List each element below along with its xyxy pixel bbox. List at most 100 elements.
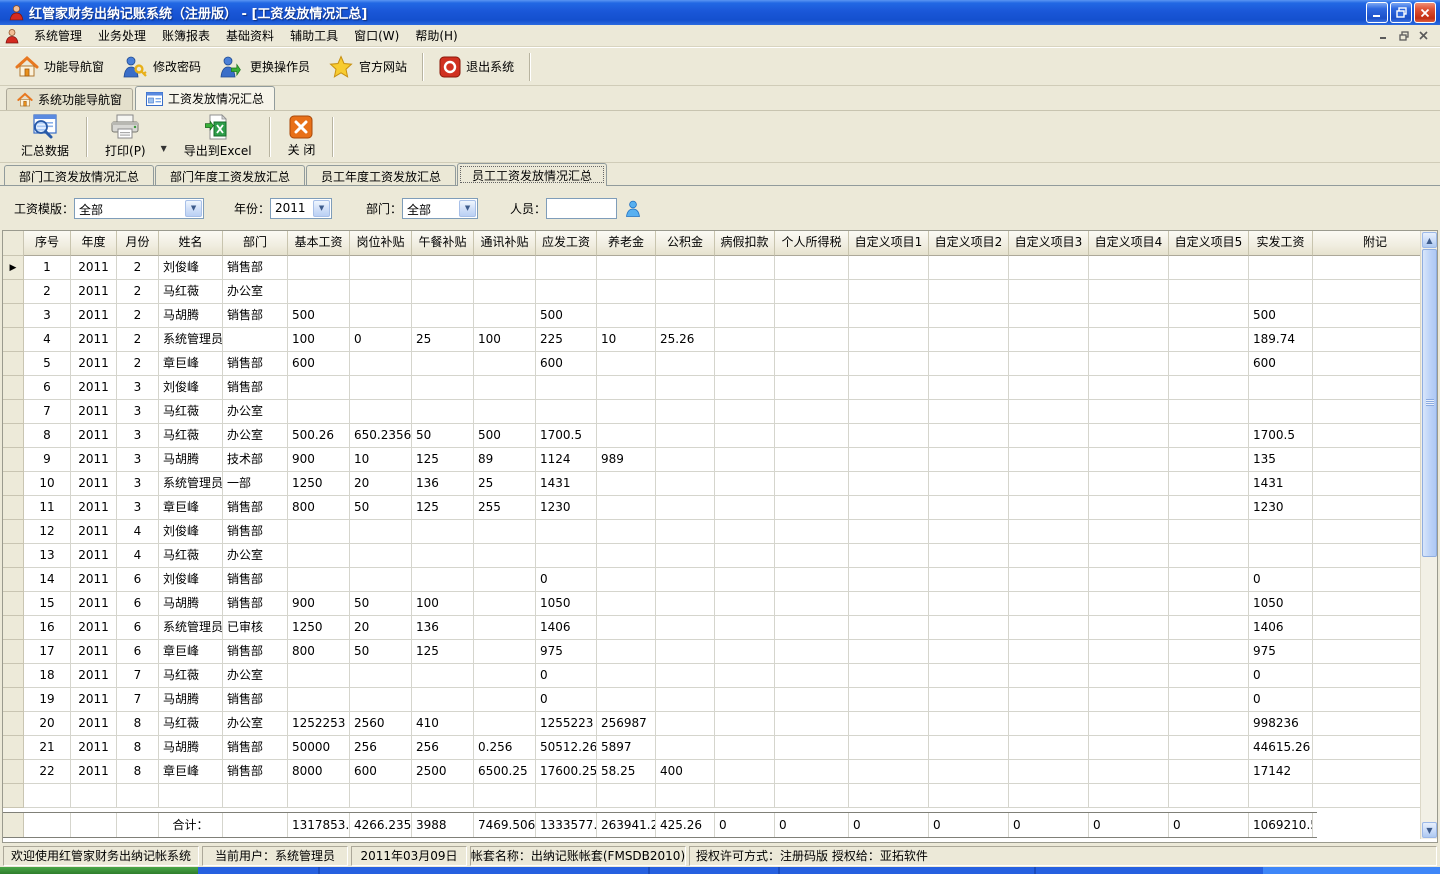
table-cell[interactable]	[1313, 352, 1437, 376]
table-cell[interactable]	[715, 352, 775, 376]
table-cell[interactable]	[715, 280, 775, 304]
table-cell[interactable]	[656, 736, 715, 760]
table-cell[interactable]	[775, 496, 849, 520]
table-cell[interactable]: 系统管理员	[159, 472, 223, 496]
table-cell[interactable]: 2011	[71, 424, 117, 448]
table-cell[interactable]: 马胡腾	[159, 592, 223, 616]
table-cell[interactable]: 50	[350, 496, 412, 520]
table-cell[interactable]	[715, 760, 775, 784]
table-cell[interactable]	[474, 640, 536, 664]
table-cell[interactable]	[350, 376, 412, 400]
table-cell[interactable]: 12	[24, 520, 71, 544]
current-row-indicator[interactable]: ▶	[3, 256, 24, 280]
table-cell[interactable]: 2011	[71, 448, 117, 472]
table-cell[interactable]: 马红薇	[159, 664, 223, 688]
table-cell[interactable]	[597, 376, 656, 400]
table-cell[interactable]: 章巨峰	[159, 496, 223, 520]
table-cell[interactable]: 8	[117, 736, 159, 760]
table-cell[interactable]	[474, 664, 536, 688]
table-cell[interactable]	[350, 352, 412, 376]
table-cell[interactable]: 章巨峰	[159, 760, 223, 784]
table-cell[interactable]: 销售部	[223, 520, 288, 544]
table-cell[interactable]	[350, 520, 412, 544]
table-cell[interactable]: 马胡腾	[159, 448, 223, 472]
table-cell[interactable]: 989	[597, 448, 656, 472]
table-cell[interactable]: 3	[117, 400, 159, 424]
table-cell[interactable]	[1169, 568, 1249, 592]
table-cell[interactable]	[1169, 520, 1249, 544]
table-cell[interactable]	[1089, 472, 1169, 496]
table-cell[interactable]	[288, 544, 350, 568]
table-cell[interactable]	[1313, 280, 1437, 304]
minimize-button[interactable]	[1366, 2, 1388, 23]
table-cell[interactable]	[1169, 736, 1249, 760]
table-cell[interactable]	[1089, 616, 1169, 640]
table-cell[interactable]: 100	[412, 592, 474, 616]
table-cell[interactable]: 2011	[71, 472, 117, 496]
table-cell[interactable]	[412, 520, 474, 544]
table-cell[interactable]	[1169, 400, 1249, 424]
table-cell[interactable]: 1230	[536, 496, 597, 520]
table-cell[interactable]	[1313, 424, 1437, 448]
table-cell[interactable]: 100	[474, 328, 536, 352]
table-cell[interactable]	[929, 472, 1009, 496]
table-cell[interactable]: 2	[117, 256, 159, 280]
table-cell[interactable]	[715, 664, 775, 688]
tab-employee-annual-summary[interactable]: 员工年度工资发放汇总	[306, 165, 456, 185]
table-cell[interactable]	[597, 688, 656, 712]
table-cell[interactable]: 14	[24, 568, 71, 592]
table-cell[interactable]: 900	[288, 592, 350, 616]
menu-item-business[interactable]: 业务处理	[90, 25, 154, 46]
table-cell[interactable]	[597, 544, 656, 568]
table-cell[interactable]: 6	[117, 568, 159, 592]
table-cell[interactable]: 2011	[71, 760, 117, 784]
table-cell[interactable]	[849, 688, 929, 712]
table-cell[interactable]	[1089, 712, 1169, 736]
table-cell[interactable]: 10	[24, 472, 71, 496]
table-cell[interactable]	[1089, 592, 1169, 616]
table-cell[interactable]: 1255223	[536, 712, 597, 736]
table-cell[interactable]	[1249, 520, 1313, 544]
table-cell[interactable]: 4	[117, 544, 159, 568]
row-indicator[interactable]	[3, 712, 24, 736]
table-cell[interactable]: 2011	[71, 640, 117, 664]
table-cell[interactable]: 2011	[71, 280, 117, 304]
table-cell[interactable]	[1249, 544, 1313, 568]
table-row[interactable]: 320112马胡腾销售部500500500	[3, 304, 1437, 328]
table-cell[interactable]	[849, 328, 929, 352]
table-cell[interactable]	[597, 568, 656, 592]
row-indicator[interactable]	[3, 304, 24, 328]
nav-window-button[interactable]: 功能导航窗	[6, 50, 113, 84]
table-cell[interactable]	[597, 424, 656, 448]
row-indicator[interactable]	[3, 496, 24, 520]
table-row[interactable]: 1120113章巨峰销售部8005012525512301230	[3, 496, 1437, 520]
table-cell[interactable]	[929, 664, 1009, 688]
table-cell[interactable]	[849, 664, 929, 688]
table-cell[interactable]	[1089, 736, 1169, 760]
table-cell[interactable]	[1089, 760, 1169, 784]
table-cell[interactable]	[656, 592, 715, 616]
table-cell[interactable]	[1313, 400, 1437, 424]
table-cell[interactable]: 销售部	[223, 352, 288, 376]
row-indicator[interactable]	[3, 760, 24, 784]
table-cell[interactable]: 办公室	[223, 664, 288, 688]
menu-item-window[interactable]: 窗口(W)	[346, 25, 407, 46]
table-cell[interactable]	[1089, 304, 1169, 328]
table-row[interactable]: 520112章巨峰销售部600600600	[3, 352, 1437, 376]
table-cell[interactable]: 600	[1249, 352, 1313, 376]
row-indicator[interactable]	[3, 640, 24, 664]
table-cell[interactable]: 马胡腾	[159, 304, 223, 328]
table-cell[interactable]: 已审核	[223, 616, 288, 640]
table-cell[interactable]: 500	[536, 304, 597, 328]
table-cell[interactable]	[929, 760, 1009, 784]
table-cell[interactable]: 25	[474, 472, 536, 496]
table-cell[interactable]: 50	[350, 592, 412, 616]
table-row[interactable]: 420112系统管理员1000251002251025.26189.74	[3, 328, 1437, 352]
table-cell[interactable]	[1313, 496, 1437, 520]
table-cell[interactable]	[474, 616, 536, 640]
scroll-down-button[interactable]: ▼	[1422, 822, 1437, 838]
table-cell[interactable]	[656, 520, 715, 544]
table-row[interactable]: 1620116系统管理员已审核12502013614061406	[3, 616, 1437, 640]
chevron-down-icon[interactable]: ▼	[313, 200, 330, 217]
table-row[interactable]: 620113刘俊峰销售部	[3, 376, 1437, 400]
